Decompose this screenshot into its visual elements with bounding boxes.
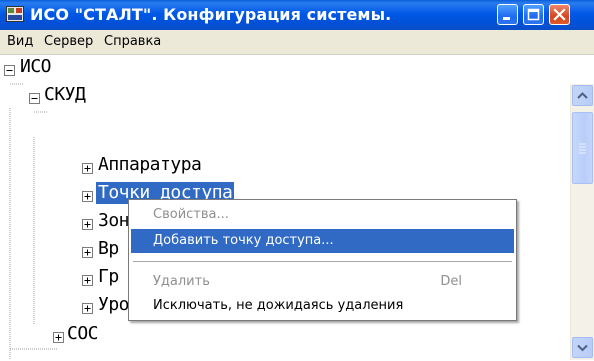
scroll-thumb[interactable] xyxy=(572,112,593,184)
menu-separator xyxy=(133,261,512,263)
menu-server[interactable]: Сервер xyxy=(44,30,93,54)
maximize-icon xyxy=(527,8,540,21)
tree-node-label: Гр xyxy=(98,266,119,287)
scroll-up-button[interactable] xyxy=(572,85,593,106)
menu-help[interactable]: Справка xyxy=(104,30,161,54)
menu-item-label: Добавить точку доступа... xyxy=(153,233,334,248)
minimize-button[interactable] xyxy=(497,4,518,25)
expand-icon[interactable] xyxy=(82,159,93,174)
tree-node-label: Вр xyxy=(98,238,119,259)
maximize-button[interactable] xyxy=(523,4,544,25)
app-icon[interactable] xyxy=(6,6,24,22)
close-icon xyxy=(553,8,566,21)
tree-node-label: СОС xyxy=(67,323,99,344)
menu-item-exclude-no-wait[interactable]: Исключать, не дожидаясь удаления xyxy=(131,294,514,318)
menu-item-shortcut: Del xyxy=(440,274,462,289)
menu-item-label: Удалить xyxy=(153,274,210,289)
expand-icon[interactable] xyxy=(53,328,64,343)
window-title: ИСО "СТАЛТ". Конфигурация системы. xyxy=(30,5,392,24)
tree-node-label: СКУД xyxy=(44,84,86,105)
menu-item-add-access-point[interactable]: Добавить точку доступа... xyxy=(131,229,514,253)
collapse-icon[interactable] xyxy=(4,61,15,76)
scroll-down-button[interactable] xyxy=(572,337,593,358)
expand-icon[interactable] xyxy=(82,187,93,202)
tree-node-label: ИСО xyxy=(20,56,52,77)
context-menu: Свойства... Добавить точку доступа... Уд… xyxy=(128,199,517,321)
expand-icon[interactable] xyxy=(82,299,93,314)
menu-item-label: Свойства... xyxy=(153,207,229,222)
chevron-up-icon xyxy=(577,92,588,99)
expand-icon[interactable] xyxy=(82,271,93,286)
collapse-icon[interactable] xyxy=(29,89,40,104)
minimize-icon xyxy=(503,17,510,20)
menu-view[interactable]: Вид xyxy=(7,30,33,54)
expand-icon[interactable] xyxy=(82,215,93,230)
menu-item-delete[interactable]: Удалить Del xyxy=(131,270,514,294)
title-bar[interactable]: ИСО "СТАЛТ". Конфигурация системы. xyxy=(0,0,594,30)
menu-item-label: Исключать, не дожидаясь удаления xyxy=(153,298,404,313)
tree-node-label: Аппаратура xyxy=(98,154,202,175)
menu-bar: Вид Сервер Справка xyxy=(0,30,594,55)
close-button[interactable] xyxy=(549,4,570,25)
vertical-scrollbar[interactable] xyxy=(570,84,594,360)
menu-item-properties[interactable]: Свойства... xyxy=(131,203,514,227)
expand-icon[interactable] xyxy=(82,243,93,258)
chevron-down-icon xyxy=(577,344,588,352)
